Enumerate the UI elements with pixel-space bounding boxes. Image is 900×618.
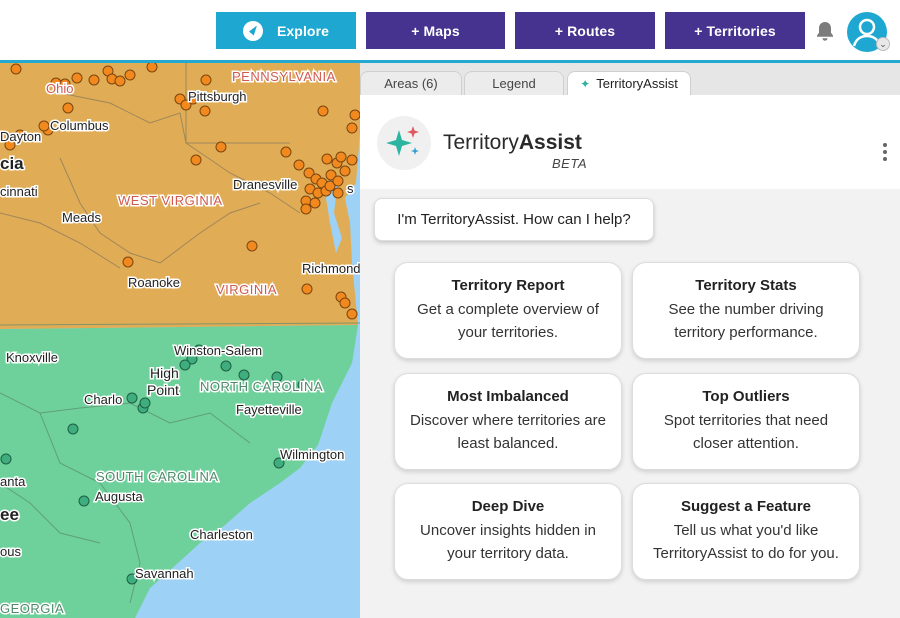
sparkle-logo-icon bbox=[377, 116, 431, 170]
territory-map[interactable]: PENNSYLVANIA Ohio Pittsburgh Columbus Da… bbox=[0, 63, 360, 618]
beta-badge: BETA bbox=[552, 156, 587, 171]
top-nav-bar: Explore + Maps + Routes + Territories ⌄ bbox=[0, 0, 900, 62]
map-label: PENNSYLVANIA bbox=[232, 69, 336, 84]
explore-label: Explore bbox=[276, 22, 330, 39]
prompt-card-most-imbalanced[interactable]: Most Imbalanced Discover where territori… bbox=[394, 373, 622, 470]
map-label: Savannah bbox=[135, 566, 194, 581]
card-description: Spot territories that need closer attent… bbox=[663, 412, 829, 452]
map-label: Ohio bbox=[46, 81, 73, 96]
card-title: Deep Dive bbox=[471, 498, 545, 515]
map-label: VIRGINIA bbox=[216, 282, 277, 297]
map-label: Charleston bbox=[190, 527, 253, 542]
map-label: Pittsburgh bbox=[188, 89, 247, 104]
map-label: Augusta bbox=[95, 489, 143, 504]
prompt-card-suggest-feature[interactable]: Suggest a Feature Tell us what you'd lik… bbox=[632, 483, 860, 580]
sparkle-icon: ✦ bbox=[580, 76, 591, 91]
map-label: WEST VIRGINIA bbox=[118, 193, 223, 208]
compass-icon bbox=[242, 20, 263, 41]
map-label: ous bbox=[0, 544, 21, 559]
map-label: ee bbox=[0, 505, 19, 524]
card-title: Territory Report bbox=[451, 277, 565, 294]
add-territories-button[interactable]: + Territories bbox=[665, 12, 805, 49]
map-label: Knoxville bbox=[6, 350, 58, 365]
bell-icon[interactable] bbox=[814, 20, 836, 42]
card-description: See the number driving territory perform… bbox=[668, 301, 824, 341]
assist-header: TerritoryAssist BETA bbox=[360, 95, 900, 189]
map-label: Dranesville bbox=[233, 177, 297, 192]
card-title: Most Imbalanced bbox=[447, 388, 569, 405]
panel-tab-bar: Areas (6) Legend ✦ TerritoryAssist bbox=[360, 63, 900, 95]
map-label: anta bbox=[0, 474, 26, 489]
prompt-card-deep-dive[interactable]: Deep Dive Uncover insights hidden in you… bbox=[394, 483, 622, 580]
add-routes-button[interactable]: + Routes bbox=[515, 12, 655, 49]
map-label: cia bbox=[0, 154, 24, 173]
territory-assist-panel: Areas (6) Legend ✦ TerritoryAssist Terri… bbox=[360, 63, 900, 618]
map-label: High bbox=[150, 365, 179, 381]
map-label: Point bbox=[147, 382, 179, 398]
map-label: Fayetteville bbox=[236, 402, 302, 417]
map-label: Richmond bbox=[302, 261, 360, 276]
card-description: Get a complete overview of your territor… bbox=[417, 301, 599, 341]
tab-legend-label: Legend bbox=[492, 76, 536, 91]
routes-label: + Routes bbox=[554, 22, 616, 39]
assistant-greeting: I'm TerritoryAssist. How can I help? bbox=[374, 198, 654, 241]
map-label: s bbox=[347, 181, 354, 196]
map-label: Columbus bbox=[50, 118, 109, 133]
add-maps-button[interactable]: + Maps bbox=[366, 12, 505, 49]
map-label: Winston-Salem bbox=[174, 343, 262, 358]
map-label: Charlo bbox=[84, 392, 122, 407]
card-description: Uncover insights hidden in your territor… bbox=[420, 522, 596, 562]
map-label: SOUTH CAROLINA bbox=[96, 469, 219, 484]
maps-label: + Maps bbox=[411, 22, 460, 39]
explore-button[interactable]: Explore bbox=[216, 12, 356, 49]
map-label: Wilmington bbox=[280, 447, 344, 462]
chevron-down-icon[interactable]: ⌄ bbox=[876, 37, 890, 51]
map-label: cinnati bbox=[0, 184, 38, 199]
kebab-menu-icon[interactable] bbox=[878, 143, 892, 163]
tab-legend[interactable]: Legend bbox=[464, 71, 564, 95]
map-label: Meads bbox=[62, 210, 102, 225]
card-title: Suggest a Feature bbox=[680, 498, 812, 515]
map-label: NORTH CAROLINA bbox=[200, 379, 323, 394]
tab-areas-label: Areas (6) bbox=[384, 76, 438, 91]
brand-bold: Assist bbox=[518, 131, 582, 154]
card-description: Discover where territories are least bal… bbox=[410, 412, 606, 452]
prompt-card-territory-report[interactable]: Territory Report Get a complete overview… bbox=[394, 262, 622, 359]
map-label: Roanoke bbox=[128, 275, 180, 290]
territories-label: + Territories bbox=[694, 22, 776, 39]
tab-areas[interactable]: Areas (6) bbox=[360, 71, 462, 95]
map-label: GEORGIA bbox=[0, 601, 64, 616]
card-description: Tell us what you'd like TerritoryAssist … bbox=[653, 522, 839, 562]
tab-territory-assist[interactable]: ✦ TerritoryAssist bbox=[567, 71, 691, 95]
brand-title: TerritoryAssist bbox=[443, 131, 582, 155]
brand-light: Territory bbox=[443, 131, 519, 154]
prompt-card-territory-stats[interactable]: Territory Stats See the number driving t… bbox=[632, 262, 860, 359]
prompt-card-top-outliers[interactable]: Top Outliers Spot territories that need … bbox=[632, 373, 860, 470]
map-label: Dayton bbox=[0, 129, 41, 144]
card-title: Top Outliers bbox=[702, 388, 790, 405]
tab-assist-label: TerritoryAssist bbox=[596, 76, 678, 91]
card-title: Territory Stats bbox=[695, 277, 797, 294]
